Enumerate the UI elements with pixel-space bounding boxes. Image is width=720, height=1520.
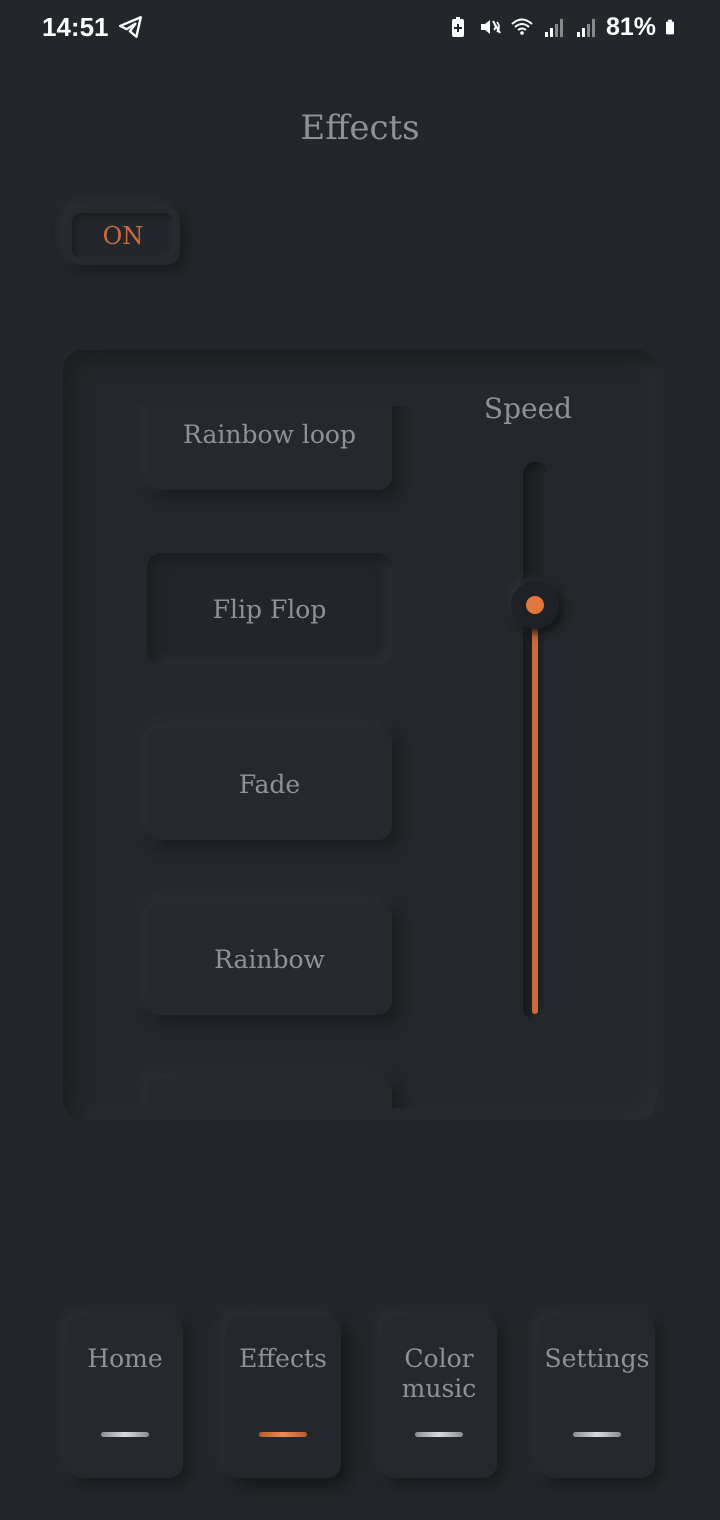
- signal-2-icon: [576, 19, 595, 37]
- nav-indicator: [101, 1432, 149, 1437]
- nav-label: Home: [87, 1344, 163, 1373]
- battery-saver-icon: [451, 17, 464, 37]
- effect-item-rainbow[interactable]: Rainbow: [147, 903, 392, 1015]
- status-icons: 81%: [446, 12, 680, 42]
- signal-1-icon: [544, 19, 563, 37]
- nav-item-effects[interactable]: Effects: [225, 1316, 341, 1478]
- power-toggle-label: ON: [72, 213, 174, 259]
- telegram-icon: [118, 16, 142, 38]
- battery-percent: 81%: [605, 12, 656, 41]
- effect-item-rainbow-loop[interactable]: Rainbow loop: [147, 406, 392, 490]
- speed-slider-thumb[interactable]: [511, 580, 559, 629]
- speed-label: Speed: [483, 392, 573, 425]
- status-time: 14:51: [42, 12, 109, 42]
- status-bar: 14:51 81%: [0, 0, 720, 56]
- bottom-nav: Home Effects Color music Settings: [0, 1316, 720, 1480]
- nav-item-color-music[interactable]: Color music: [381, 1316, 497, 1478]
- speed-thumb-dot: [526, 595, 544, 614]
- nav-indicator: [573, 1432, 621, 1437]
- speed-slider-fill: [532, 604, 538, 1014]
- nav-label: Settings: [544, 1344, 650, 1373]
- nav-indicator: [415, 1432, 463, 1437]
- nav-item-settings[interactable]: Settings: [539, 1316, 655, 1478]
- vibrate-mute-icon: [480, 20, 501, 34]
- nav-label: Effects: [239, 1344, 327, 1373]
- speed-slider[interactable]: [511, 462, 559, 1020]
- nav-label: Color music: [401, 1344, 477, 1403]
- effects-list[interactable]: Rainbow loop Flip Flop Fade Rainbow: [130, 406, 410, 1108]
- effect-item-partial[interactable]: [147, 1078, 392, 1108]
- nav-indicator: [259, 1432, 307, 1437]
- effect-item-flip-flop[interactable]: Flip Flop: [147, 553, 392, 665]
- battery-icon: [666, 19, 674, 35]
- power-toggle-button[interactable]: ON: [66, 207, 180, 265]
- nav-item-home[interactable]: Home: [67, 1316, 183, 1478]
- page-title: Effects: [300, 108, 420, 148]
- effect-item-fade[interactable]: Fade: [147, 728, 392, 840]
- wifi-icon: [511, 18, 533, 35]
